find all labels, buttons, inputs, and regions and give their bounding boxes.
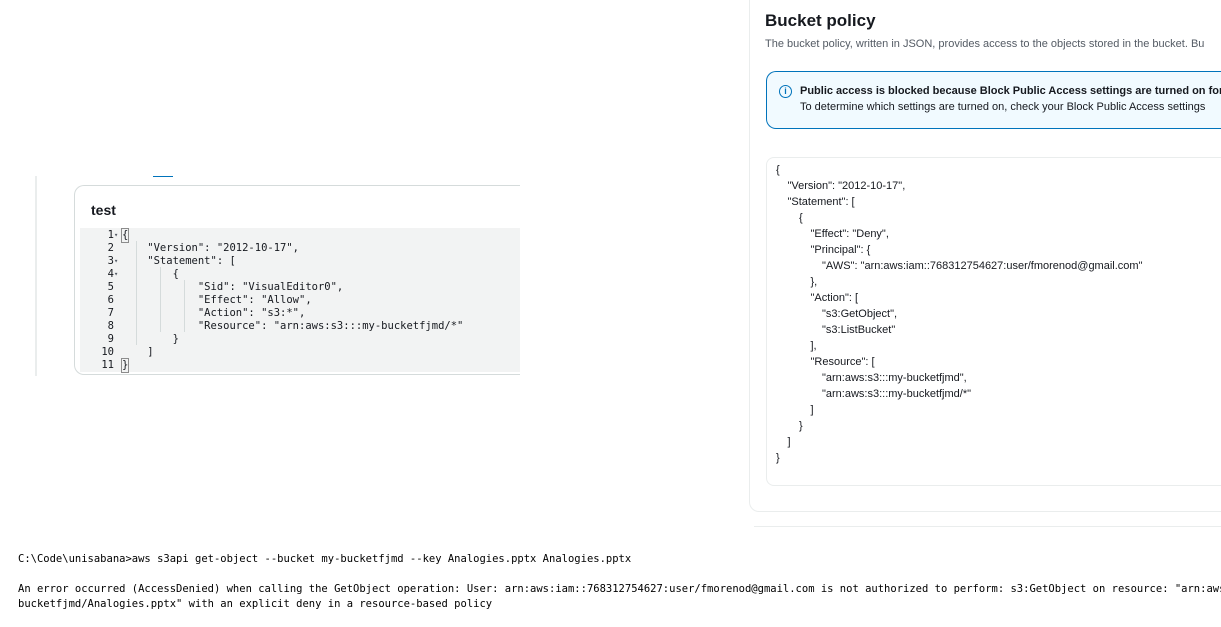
code-text: "Effect": "Allow", bbox=[122, 294, 312, 306]
code-line: 7 "Action": "s3:*", bbox=[80, 307, 520, 320]
policy-line: } bbox=[776, 452, 780, 464]
line-number: 10 bbox=[101, 346, 114, 358]
alert-title: Public access is blocked because Block P… bbox=[800, 85, 1221, 97]
code-line: 4 ▾ { bbox=[80, 268, 520, 281]
line-number: 4 bbox=[107, 268, 114, 280]
code-line: 2 "Version": "2012-10-17", bbox=[80, 242, 520, 255]
terminal-command: C:\Code\unisabana>aws s3api get-object -… bbox=[18, 553, 632, 565]
code-line: 11} bbox=[80, 358, 520, 373]
section-border bbox=[35, 176, 37, 376]
code-text: { bbox=[120, 228, 130, 243]
terminal-error-line-2: bucketfjmd/Analogies.pptx" with an expli… bbox=[18, 598, 493, 610]
policy-line: }, bbox=[810, 276, 818, 288]
policy-line: } bbox=[799, 420, 803, 432]
code-line: 9 } bbox=[80, 333, 520, 346]
policy-line: "arn:aws:s3:::my-bucketfjmd/*" bbox=[822, 388, 972, 400]
code-editor[interactable]: 1 ▾{2 "Version": "2012-10-17", 3 ▾ "Stateme… bbox=[80, 228, 520, 373]
policy-line: "AWS": "arn:aws:iam::768312754627:user/f… bbox=[822, 260, 1143, 272]
policy-line: "s3:ListBucket" bbox=[822, 324, 896, 336]
policy-line: ] bbox=[810, 404, 814, 416]
code-text: { bbox=[122, 268, 179, 280]
info-icon: i bbox=[779, 85, 792, 98]
code-text: "Sid": "VisualEditor0", bbox=[122, 281, 344, 293]
fold-arrow-icon[interactable]: ▾ bbox=[114, 268, 118, 281]
policy-line: ] bbox=[787, 436, 791, 448]
policy-line: "Resource": [ bbox=[810, 356, 875, 368]
code-text: "Resource": "arn:aws:s3:::my-bucketfjmd/… bbox=[122, 320, 464, 332]
line-number: 8 bbox=[107, 320, 114, 332]
line-number: 1 bbox=[107, 229, 114, 241]
code-text: "Statement": [ bbox=[122, 255, 236, 267]
line-number: 7 bbox=[107, 307, 114, 319]
code-text: ] bbox=[122, 346, 154, 358]
line-number: 2 bbox=[107, 242, 114, 254]
tab-underline bbox=[153, 176, 173, 177]
code-text: "Action": "s3:*", bbox=[122, 307, 306, 319]
bucket-policy-json: { "Version": "2012-10-17", "Statement": [ {… bbox=[766, 157, 1221, 486]
policy-line: { bbox=[776, 164, 780, 176]
policy-line: "s3:GetObject", bbox=[822, 308, 898, 320]
policy-line: "Action": [ bbox=[810, 292, 859, 304]
line-number: 3 bbox=[107, 255, 114, 267]
line-number: 6 bbox=[107, 294, 114, 306]
code-line: 5 "Sid": "VisualEditor0", bbox=[80, 281, 520, 294]
terminal-error-line-1: An error occurred (AccessDenied) when ca… bbox=[18, 583, 1221, 595]
policy-line: "Statement": [ bbox=[787, 196, 855, 208]
code-line: 3 ▾ "Statement": [ bbox=[80, 255, 520, 268]
line-number: 5 bbox=[107, 281, 114, 293]
policy-editor-section: test 1 ▾{2 "Version": "2012-10-17", 3 ▾ "St… bbox=[35, 176, 520, 376]
code-line: 10 ] bbox=[80, 346, 520, 359]
code-text: } bbox=[120, 358, 130, 373]
policy-line: "Version": "2012-10-17", bbox=[787, 180, 906, 192]
bucket-policy-description: The bucket policy, written in JSON, prov… bbox=[765, 38, 1205, 50]
line-number: 11 bbox=[101, 359, 114, 371]
code-text: } bbox=[122, 333, 179, 345]
policy-editor-card: test 1 ▾{2 "Version": "2012-10-17", 3 ▾ "St… bbox=[74, 185, 520, 375]
code-line: 6 "Effect": "Allow", bbox=[80, 294, 520, 307]
public-access-alert: i Public access is blocked because Block… bbox=[766, 71, 1221, 129]
policy-line: { bbox=[799, 212, 803, 224]
policy-name: test bbox=[91, 202, 116, 218]
code-line: 1 ▾{ bbox=[80, 228, 520, 243]
line-number: 9 bbox=[107, 333, 114, 345]
bucket-policy-title: Bucket policy bbox=[765, 11, 876, 30]
policy-line: "Effect": "Deny", bbox=[810, 228, 889, 240]
divider bbox=[754, 526, 1221, 527]
policy-line: ], bbox=[810, 340, 817, 352]
fold-arrow-icon[interactable]: ▾ bbox=[114, 255, 118, 268]
policy-line: "arn:aws:s3:::my-bucketfjmd", bbox=[822, 372, 967, 384]
alert-text: To determine which settings are turned o… bbox=[800, 101, 1206, 113]
fold-arrow-icon[interactable]: ▾ bbox=[114, 229, 118, 242]
code-text: "Version": "2012-10-17", bbox=[122, 242, 300, 254]
policy-line: "Principal": { bbox=[810, 244, 871, 256]
code-line: 8 "Resource": "arn:aws:s3:::my-bucketfjm… bbox=[80, 320, 520, 333]
